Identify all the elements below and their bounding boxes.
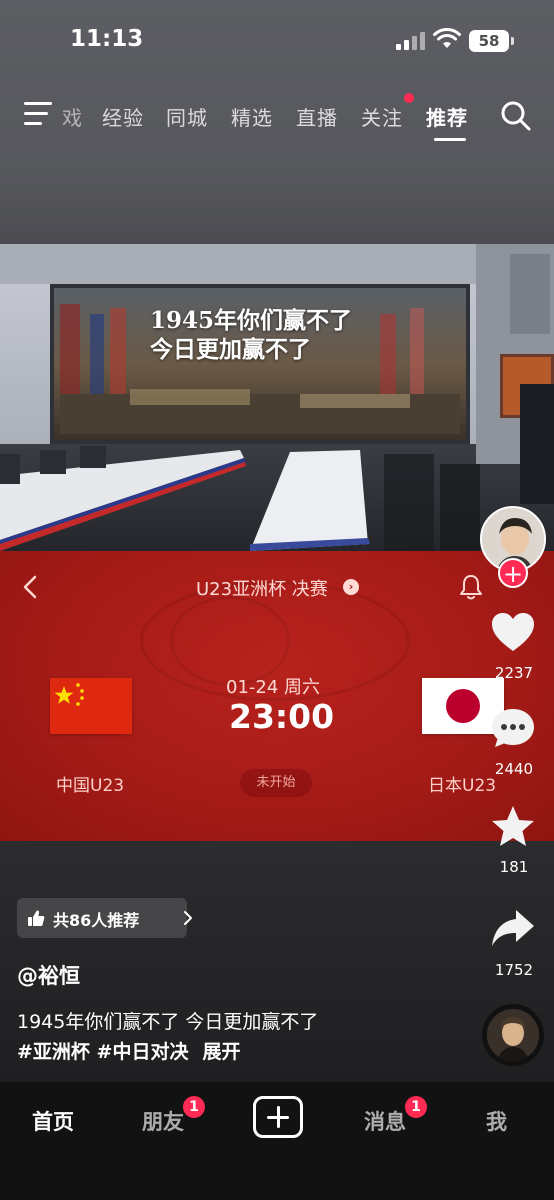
match-card[interactable]: U23亚洲杯 决赛 › 01-24 周六 23:00 中国U23 日本U23 未… [0, 551, 554, 841]
hashtags[interactable]: #亚洲杯 #中日对决 [17, 1041, 188, 1063]
overlay-line-1: 1945年你们赢不了 [150, 307, 353, 334]
back-arrow-icon[interactable] [20, 573, 40, 601]
expand-caption-button[interactable]: 展开 [203, 1041, 241, 1063]
screen: 11:13 58 戏 经验 同城 精选 直播 关注 推荐 1945年你们赢不了 … [0, 0, 554, 1200]
signal-icon [396, 32, 426, 50]
battery-tip [511, 37, 514, 45]
nav-messages[interactable]: 消息 [364, 1106, 406, 1136]
status-bar: 11:13 58 [0, 0, 554, 80]
bottom-nav: 首页 朋友 1 消息 1 我 [0, 1082, 554, 1200]
post-caption: 1945年你们赢不了 今日更加赢不了 #亚洲杯 #中日对决 展开 [17, 1007, 318, 1067]
overlay-line-2: 今日更加赢不了 [150, 336, 311, 363]
battery-level: 58 [469, 30, 509, 52]
menu-icon[interactable] [24, 102, 54, 126]
top-nav: 戏 经验 同城 精选 直播 关注 推荐 [0, 92, 554, 144]
share-count: 1752 [494, 961, 534, 979]
following-notification-dot [404, 93, 414, 103]
status-time: 11:13 [70, 26, 144, 52]
caption-line: 1945年你们赢不了 今日更加赢不了 [17, 1011, 319, 1033]
tab-featured[interactable]: 精选 [231, 102, 273, 131]
nav-friends[interactable]: 朋友 [142, 1106, 184, 1136]
author-name[interactable]: @裕恒 [17, 960, 80, 990]
recommend-label: 共86人推荐 [53, 911, 140, 930]
search-icon[interactable] [500, 100, 532, 132]
plus-icon-vertical [276, 1106, 280, 1128]
tab-partial[interactable]: 戏 [62, 102, 83, 131]
like-count: 2237 [494, 664, 534, 682]
recommend-pill[interactable]: 共86人推荐 [17, 898, 192, 938]
video-overlay-text: 1945年你们赢不了 今日更加赢不了 [150, 306, 352, 364]
share-icon[interactable] [489, 906, 537, 950]
video-frame[interactable]: 1945年你们赢不了 今日更加赢不了 [0, 244, 554, 551]
tab-local[interactable]: 同城 [166, 102, 208, 131]
create-button[interactable] [253, 1096, 303, 1138]
tab-experience[interactable]: 经验 [102, 102, 144, 131]
follow-button[interactable]: + [498, 558, 528, 588]
comment-count: 2440 [494, 760, 534, 778]
tab-following[interactable]: 关注 [361, 102, 403, 131]
china-flag [50, 678, 132, 734]
active-tab-indicator [434, 138, 466, 141]
thumb-up-icon [28, 910, 45, 926]
match-status-badge: 未开始 [240, 769, 312, 797]
match-date: 01-24 周六 [226, 677, 321, 698]
heart-icon[interactable] [489, 610, 537, 654]
friends-badge: 1 [183, 1096, 205, 1118]
favorite-count: 181 [499, 858, 529, 876]
nav-home[interactable]: 首页 [32, 1106, 74, 1136]
nav-me[interactable]: 我 [486, 1106, 507, 1136]
messages-badge: 1 [405, 1096, 427, 1118]
wifi-icon [433, 28, 461, 48]
comment-icon[interactable] [489, 706, 537, 750]
star-icon[interactable] [489, 804, 537, 848]
museum-hall-image [0, 244, 554, 551]
match-time: 23:00 [229, 697, 335, 736]
tab-recommended[interactable]: 推荐 [426, 102, 468, 131]
tab-live[interactable]: 直播 [296, 102, 338, 131]
bell-icon[interactable] [458, 573, 484, 601]
match-title[interactable]: U23亚洲杯 决赛 [196, 575, 328, 601]
music-disc[interactable] [482, 1004, 544, 1066]
chevron-right-icon [184, 911, 192, 925]
chevron-right-icon: › [343, 579, 359, 595]
home-team-name: 中国U23 [56, 776, 125, 796]
